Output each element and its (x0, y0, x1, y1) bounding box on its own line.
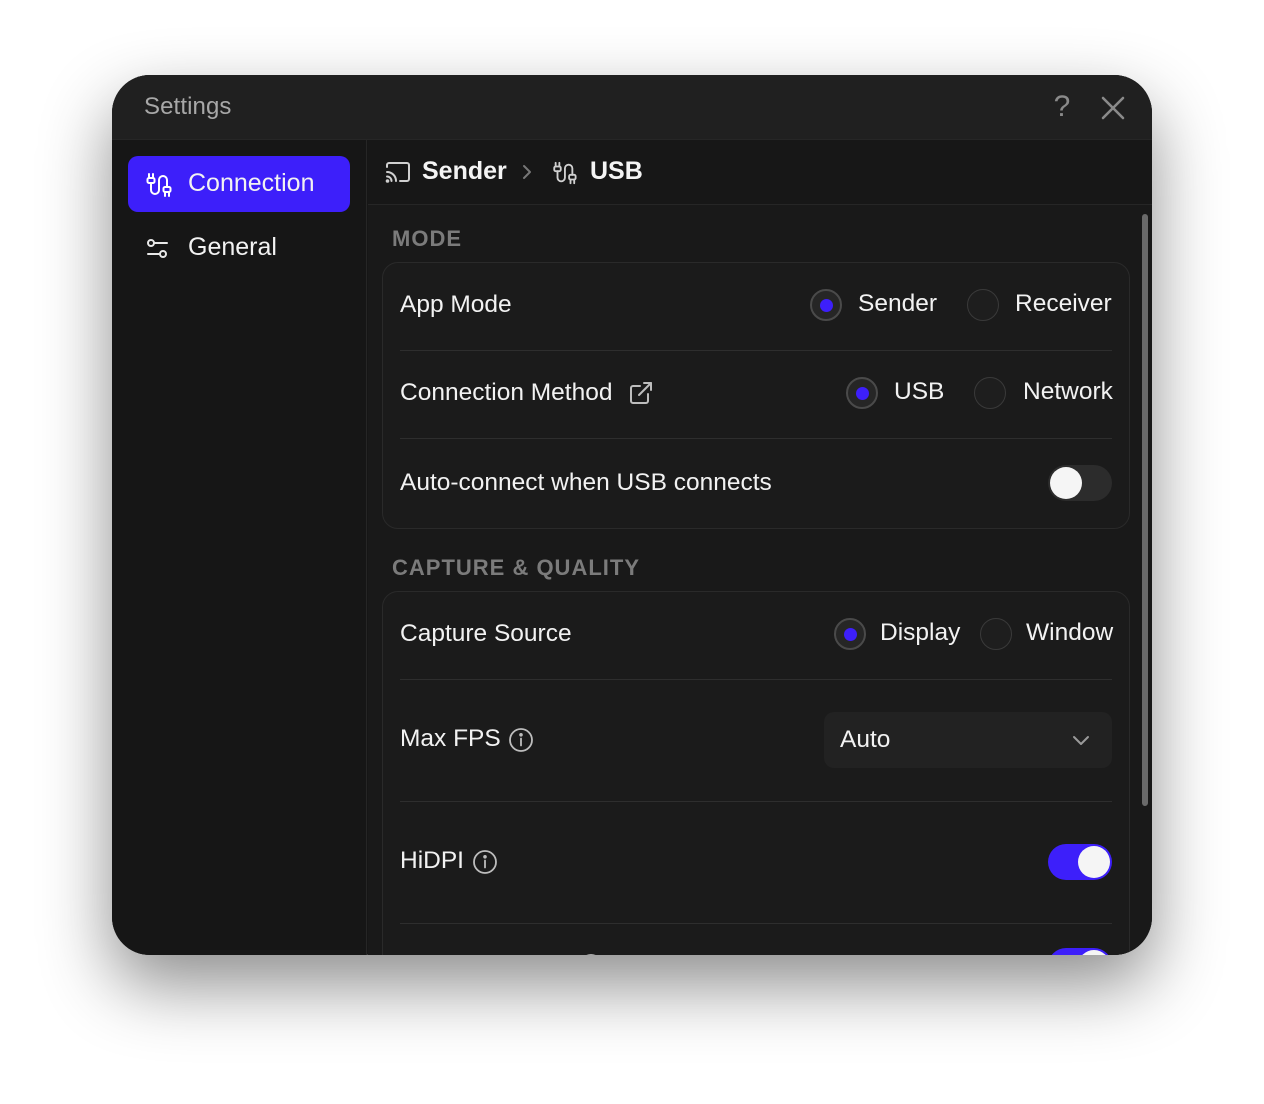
radio-window-label[interactable]: Window (1026, 619, 1113, 647)
mode-card: App Mode Sender Receiver Connection Meth… (382, 262, 1130, 529)
divider (400, 679, 1112, 680)
sidebar-item-label: Connection (188, 169, 315, 197)
next-setting-toggle[interactable] (1048, 948, 1112, 955)
max-fps-value: Auto (840, 726, 891, 753)
radio-receiver-label[interactable]: Receiver (1015, 290, 1112, 318)
section-title-mode: MODE (392, 226, 462, 251)
radio-network-label[interactable]: Network (1023, 378, 1113, 406)
divider (400, 923, 1112, 924)
radio-sender-label[interactable]: Sender (858, 290, 937, 318)
radio-display[interactable] (834, 618, 866, 650)
chevron-right-icon (520, 162, 534, 182)
capture-source-row: Capture Source Display Window (400, 618, 1113, 654)
auto-connect-label: Auto-connect when USB connects (400, 469, 772, 496)
scrollbar-thumb[interactable] (1142, 214, 1148, 806)
radio-usb[interactable] (846, 377, 878, 409)
connection-method-row: Connection Method USB Network (400, 377, 1113, 413)
breadcrumb-item-usb: USB (590, 157, 643, 185)
connection-method-label: Connection Method (400, 379, 613, 406)
radio-window[interactable] (980, 618, 1012, 650)
sidebar: Connection General (112, 140, 367, 955)
radio-usb-label[interactable]: USB (894, 378, 944, 406)
radio-display-label[interactable]: Display (880, 619, 960, 647)
close-icon[interactable] (1098, 93, 1128, 123)
toggle-knob (1078, 846, 1110, 878)
max-fps-label: Max FPS (400, 725, 501, 752)
auto-connect-row: Auto-connect when USB connects (400, 465, 1112, 501)
breadcrumb-item-sender[interactable]: Sender (422, 157, 507, 186)
cable-icon (144, 171, 172, 199)
window-title: Settings (144, 93, 232, 120)
toggle-knob (1078, 950, 1110, 955)
hidpi-toggle[interactable] (1048, 844, 1112, 880)
radio-network[interactable] (974, 377, 1006, 409)
capture-source-label: Capture Source (400, 620, 572, 647)
external-link-icon[interactable] (628, 380, 654, 406)
sidebar-item-connection[interactable]: Connection (128, 156, 350, 212)
radio-receiver[interactable] (967, 289, 999, 321)
radio-sender[interactable] (810, 289, 842, 321)
settings-window: Settings ? Connection General Sender USB… (112, 75, 1152, 955)
sliders-icon (144, 235, 172, 263)
max-fps-select[interactable]: Auto (824, 712, 1112, 768)
cast-icon (384, 160, 412, 186)
breadcrumb: Sender USB (368, 140, 1152, 205)
app-mode-label: App Mode (400, 291, 512, 318)
help-icon[interactable]: ? (1048, 89, 1076, 125)
section-title-capture: CAPTURE & QUALITY (392, 555, 640, 580)
info-icon[interactable] (472, 849, 498, 875)
app-mode-row: App Mode Sender Receiver (400, 289, 1112, 325)
next-setting-row (400, 948, 1112, 955)
info-icon[interactable] (578, 953, 604, 955)
toggle-knob (1050, 467, 1082, 499)
max-fps-row: Max FPS Auto (400, 712, 1112, 768)
cable-icon (550, 160, 578, 186)
app-mode-radio-group: Sender Receiver (810, 289, 1112, 323)
divider (400, 801, 1112, 802)
sidebar-item-general[interactable]: General (128, 220, 350, 276)
hidpi-label: HiDPI (400, 847, 464, 874)
chevron-down-icon (1070, 730, 1092, 750)
info-icon[interactable] (508, 727, 534, 753)
divider (400, 438, 1112, 439)
auto-connect-toggle[interactable] (1048, 465, 1112, 501)
hidpi-row: HiDPI (400, 844, 1112, 880)
capture-source-radio-group: Display Window (834, 618, 1113, 652)
divider (400, 350, 1112, 351)
connection-method-radio-group: USB Network (846, 377, 1113, 411)
main-panel: Sender USB MODE App Mode Sender Receiver… (368, 140, 1152, 955)
sidebar-item-label: General (188, 233, 277, 261)
title-bar: Settings ? (112, 75, 1152, 140)
settings-scroll-area[interactable]: MODE App Mode Sender Receiver Connection… (368, 206, 1152, 955)
capture-card: Capture Source Display Window Max FPS Au… (382, 591, 1130, 955)
